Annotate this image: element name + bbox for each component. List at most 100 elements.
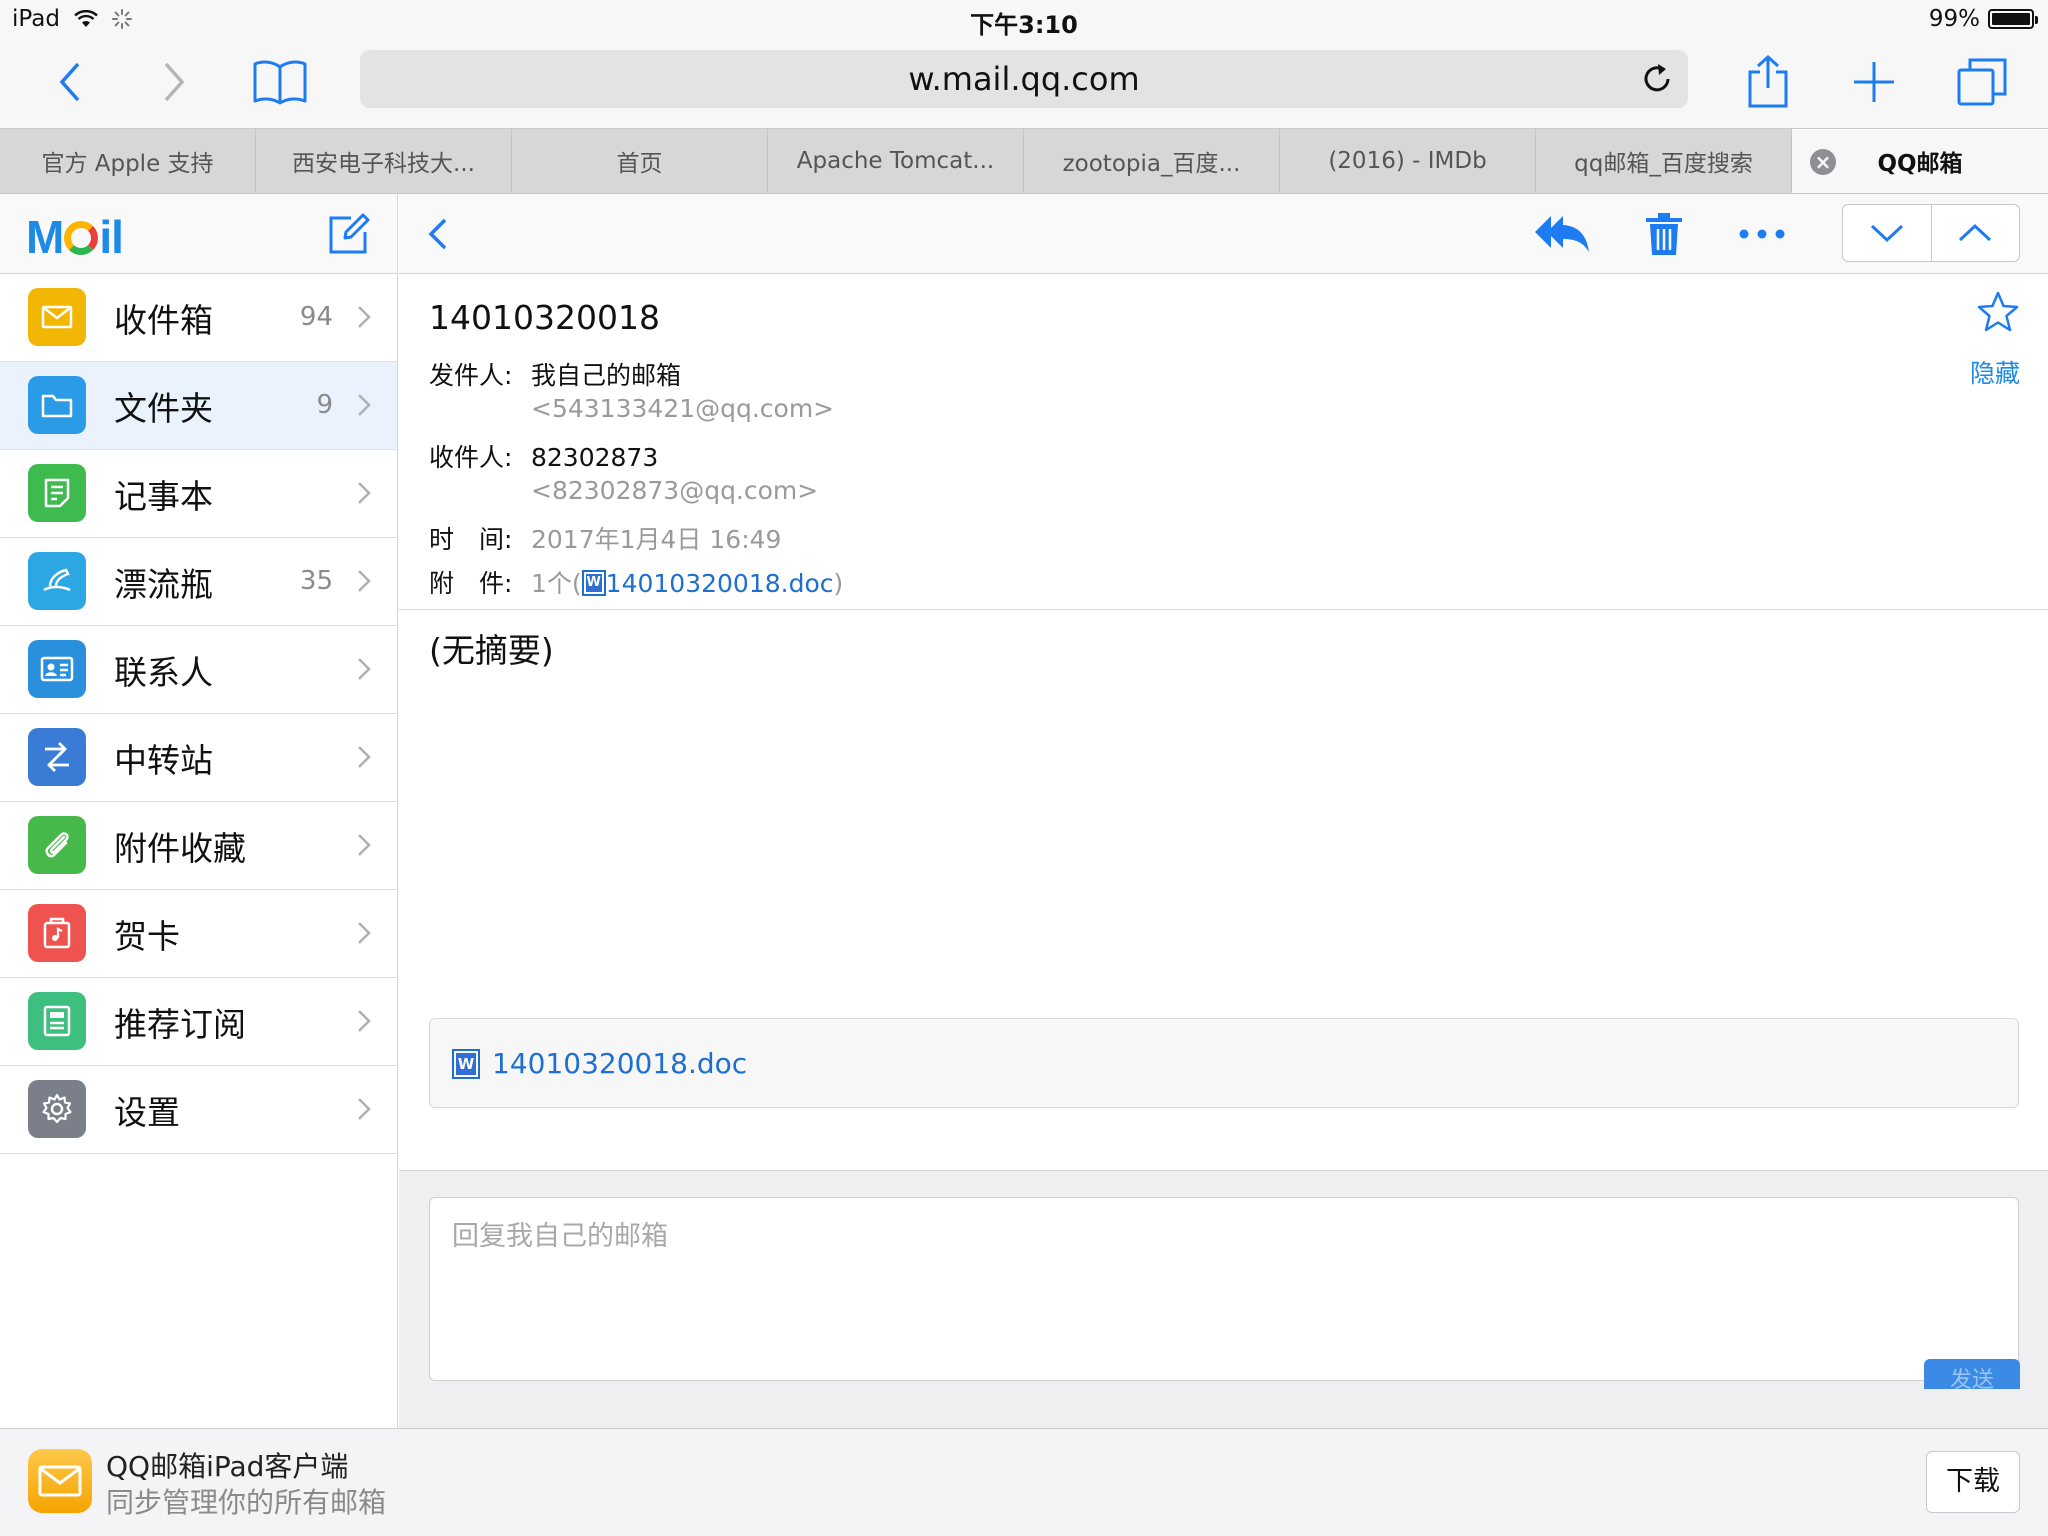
more-button[interactable] [1733, 210, 1791, 258]
reply-input[interactable]: 回复我自己的邮箱 [429, 1197, 2019, 1381]
chevron-right-icon [353, 1008, 375, 1034]
mail-view: 14010320018 隐藏 发件人: 我自己的邮箱 <543133421@qq.… [399, 194, 2048, 1428]
unread-count: 35 [299, 566, 333, 596]
battery-icon [1988, 9, 2038, 29]
tab-apple-support[interactable]: 官方 Apple 支持 [0, 129, 256, 193]
contact-card-icon [28, 640, 86, 698]
sidebar-item-label: 联系人 [114, 653, 213, 692]
attachment-count: 1个( [531, 569, 582, 598]
sidebar-item-8[interactable]: 推荐订阅 [0, 978, 397, 1066]
gear-icon [28, 1080, 86, 1138]
mail-body: (无摘要) [429, 631, 554, 670]
unread-count: 94 [299, 302, 333, 332]
sidebar-item-5[interactable]: 中转站 [0, 714, 397, 802]
to-name[interactable]: 82302873 [531, 443, 658, 472]
sidebar-item-9[interactable]: 设置 [0, 1066, 397, 1154]
note-icon [28, 464, 86, 522]
tab-label: QQ邮箱 [1877, 151, 1963, 177]
forward-button[interactable] [142, 50, 206, 114]
battery-fill [1992, 13, 2030, 25]
sidebar-item-4[interactable]: 联系人 [0, 626, 397, 714]
mail-toolbar [399, 194, 2048, 274]
reload-icon[interactable] [1638, 60, 1676, 98]
chevron-right-icon [353, 392, 375, 418]
reply-all-button[interactable] [1533, 210, 1591, 258]
time-value: 2017年1月4日 16:49 [531, 525, 782, 554]
tab-qq-search[interactable]: qq邮箱_百度搜索 [1536, 129, 1792, 193]
tabs-icon [1957, 58, 2007, 106]
attachment-row: 附 件: 1个(14010320018.doc) [429, 564, 843, 600]
tab-zootopia[interactable]: zootopia_百度... [1024, 129, 1280, 193]
tab-xidian[interactable]: 西安电子科技大... [256, 129, 512, 193]
back-to-list-icon[interactable] [419, 212, 459, 256]
sidebar-item-7[interactable]: 贺卡 [0, 890, 397, 978]
share-button[interactable] [1736, 50, 1800, 114]
tab-bar: 官方 Apple 支持 西安电子科技大... 首页 Apache Tomcat.… [0, 128, 2048, 194]
address-bar[interactable]: w.mail.qq.com [360, 50, 1688, 108]
reply-all-icon [1535, 216, 1589, 252]
new-tab-button[interactable] [1842, 50, 1906, 114]
next-mail-button[interactable] [1843, 205, 1932, 261]
attachment-card[interactable]: 14010320018.doc [429, 1018, 2019, 1108]
to-label: 收件人: [429, 443, 513, 472]
transfer-icon [28, 728, 86, 786]
chevron-right-icon [353, 480, 375, 506]
tab-qq-mail[interactable]: × QQ邮箱 [1792, 129, 2048, 193]
more-icon [1739, 229, 1785, 239]
clock: 下午3:10 [970, 11, 1078, 39]
share-icon [1748, 54, 1788, 108]
quick-reply-area: 回复我自己的邮箱 发送 [399, 1170, 2048, 1428]
hide-details-link[interactable]: 隐藏 [1970, 354, 2020, 390]
tab-home[interactable]: 首页 [512, 129, 768, 193]
paperclip-icon [28, 816, 86, 874]
bookmarks-button[interactable] [248, 50, 312, 114]
back-button[interactable] [38, 50, 102, 114]
delete-button[interactable] [1635, 210, 1693, 258]
attachment-filename[interactable]: 14010320018.doc [492, 1047, 747, 1080]
to-address: <82302873@qq.com> [531, 476, 818, 505]
from-address: <543133421@qq.com> [531, 394, 834, 423]
attachment-label: 附 件: [429, 569, 513, 598]
time-label: 时 间: [429, 525, 513, 554]
sidebar-item-3[interactable]: 漂流瓶 35 [0, 538, 397, 626]
mail-header: 14010320018 隐藏 发件人: 我自己的邮箱 <543133421@qq.… [399, 274, 2048, 610]
from-label: 发件人: [429, 361, 513, 390]
folder-icon [28, 376, 86, 434]
book-icon [253, 60, 307, 105]
logo-text-right: il [99, 211, 124, 263]
chevron-up-icon [1959, 223, 1992, 242]
chevron-right-icon [353, 832, 375, 858]
close-tab-icon[interactable]: × [1810, 149, 1836, 175]
sidebar-item-label: 文件夹 [114, 389, 213, 428]
tabs-overview-button[interactable] [1950, 50, 2014, 114]
status-bar: iPad 下午3:10 99% [0, 0, 2048, 40]
from-name[interactable]: 我自己的邮箱 [531, 361, 681, 390]
attachment-link[interactable]: 14010320018.doc [606, 569, 834, 598]
previous-mail-button[interactable] [1932, 205, 2020, 261]
card-icon [28, 904, 86, 962]
banner-title: QQ邮箱iPad客户端 [106, 1450, 349, 1483]
sidebar-item-label: 记事本 [114, 477, 213, 516]
mail-subject: 14010320018 [429, 298, 660, 337]
compose-icon[interactable] [327, 212, 371, 256]
qq-mail-logo: Mil [26, 210, 124, 264]
sidebar-item-1[interactable]: 文件夹 9 [0, 362, 397, 450]
star-icon[interactable] [1976, 290, 2020, 334]
word-doc-icon [581, 570, 606, 596]
sidebar-item-2[interactable]: 记事本 [0, 450, 397, 538]
send-button[interactable]: 发送 [1924, 1359, 2020, 1389]
envelope-icon [28, 288, 86, 346]
chevron-right-icon [164, 62, 185, 102]
download-button[interactable]: 下载 [1926, 1451, 2020, 1513]
unread-count: 9 [316, 390, 333, 420]
chevron-right-icon [353, 920, 375, 946]
sidebar-item-6[interactable]: 附件收藏 [0, 802, 397, 890]
tab-tomcat[interactable]: Apache Tomcat... [768, 129, 1024, 193]
tab-imdb[interactable]: (2016) - IMDb [1280, 129, 1536, 193]
chevron-right-icon [353, 568, 375, 594]
battery-percent: 99% [1928, 6, 1980, 32]
sidebar-header: Mil [0, 194, 397, 274]
plus-icon [1854, 62, 1894, 102]
sidebar-item-0[interactable]: 收件箱 94 [0, 274, 397, 362]
logo-ring-icon [64, 221, 99, 255]
